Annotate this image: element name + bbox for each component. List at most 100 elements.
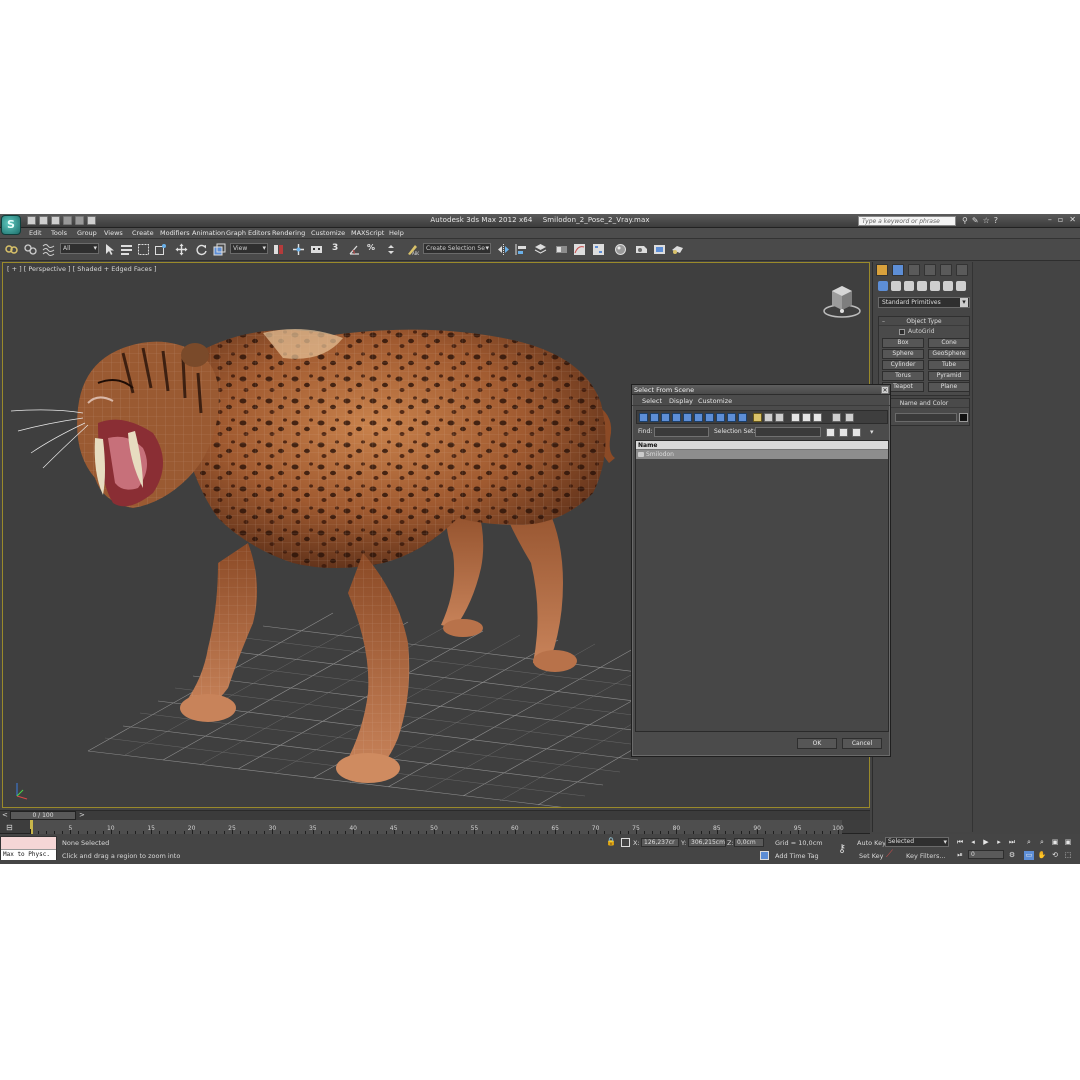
time-configuration-icon[interactable]: ⚙ [1007, 851, 1017, 860]
helpers-icon[interactable] [930, 281, 940, 291]
render-production-icon[interactable] [671, 243, 684, 256]
curve-editor-icon[interactable] [573, 243, 586, 256]
time-slider[interactable]: < 0 / 100 > [0, 810, 870, 820]
menu-create[interactable]: Create [132, 229, 154, 237]
viewcube-icon[interactable] [821, 281, 863, 319]
window-crossing-icon[interactable] [154, 243, 167, 256]
spinner-snap-icon[interactable] [385, 243, 398, 256]
object-name-field[interactable] [895, 413, 957, 422]
menu-rendering[interactable]: Rendering [272, 229, 305, 237]
list-item[interactable]: Smilodon [636, 450, 888, 459]
object-color-swatch[interactable] [959, 413, 968, 422]
select-and-move-icon[interactable] [175, 243, 188, 256]
time-slider-thumb[interactable]: 0 / 100 [10, 811, 76, 820]
display-all-icon[interactable] [753, 413, 762, 422]
maximize-icon[interactable]: ▫ [1058, 215, 1063, 224]
display-tab-icon[interactable] [940, 264, 952, 276]
select-and-link-icon[interactable] [5, 243, 18, 256]
menu-group[interactable]: Group [77, 229, 97, 237]
hierarchy-tab-icon[interactable] [908, 264, 920, 276]
reference-coordinate-dropdown[interactable]: View [230, 243, 268, 254]
select-and-manipulate-icon[interactable] [292, 243, 305, 256]
select-all-icon[interactable] [791, 413, 800, 422]
create-tab-icon[interactable] [876, 264, 888, 276]
display-bones-icon[interactable] [727, 413, 736, 422]
key-icon[interactable]: ⟋ [886, 849, 893, 860]
key-filters-button[interactable]: Key Filters... [906, 852, 946, 860]
previous-key-icon[interactable]: ◂ [968, 838, 978, 847]
cylinder-button[interactable]: Cylinder [882, 360, 924, 370]
keyboard-shortcut-override-icon[interactable] [310, 243, 323, 256]
app-logo-icon[interactable]: S [1, 215, 21, 235]
select-and-rotate-icon[interactable] [195, 243, 208, 256]
pan-view-icon[interactable]: ✋ [1037, 851, 1047, 860]
ok-button[interactable]: OK [797, 738, 837, 749]
snaps-toggle-icon[interactable]: 3 [332, 243, 338, 253]
torus-button[interactable]: Torus [882, 371, 924, 381]
systems-icon[interactable] [956, 281, 966, 291]
menu-maxscript[interactable]: MAXScript [351, 229, 384, 237]
go-to-end-icon[interactable]: ⏭ [1007, 838, 1017, 847]
dialog-menu-select[interactable]: Select [642, 397, 662, 405]
box-button[interactable]: Box [882, 338, 924, 348]
sphere-button[interactable]: Sphere [882, 349, 924, 359]
track-ruler[interactable]: 5 10 15 20 25 30 35 40 45 50 55 60 65 70 75 80 85 90 95 100 [30, 820, 844, 834]
display-containers-icon[interactable] [738, 413, 747, 422]
name-and-color-title[interactable]: –Name and Color [879, 399, 969, 408]
select-by-name-icon[interactable] [120, 243, 133, 256]
space-warps-icon[interactable] [943, 281, 953, 291]
display-geometry-icon[interactable] [639, 413, 648, 422]
sort-icon[interactable] [845, 413, 854, 422]
named-selection-sets-dropdown[interactable]: Create Selection Se [423, 243, 491, 254]
edit-set-icon[interactable] [852, 428, 861, 437]
orbit-icon[interactable]: ⟲ [1050, 851, 1060, 860]
shapes-icon[interactable] [891, 281, 901, 291]
maxscript-listener[interactable]: Max to Physc. [0, 836, 57, 860]
minimize-icon[interactable]: – [1048, 215, 1052, 224]
schematic-view-icon[interactable] [592, 243, 605, 256]
plane-button[interactable]: Plane [928, 382, 970, 392]
menu-graph-editors[interactable]: Graph Editors [226, 229, 271, 237]
x-coordinate-field[interactable]: 126,237cr [641, 838, 679, 847]
autogrid-checkbox[interactable]: AutoGrid [899, 328, 969, 335]
delete-set-icon[interactable] [839, 428, 848, 437]
binoculars-icon[interactable]: ⚲ [962, 216, 968, 226]
graphite-modeling-icon[interactable] [555, 243, 568, 256]
zoom-extents-icon[interactable]: ▣ [1050, 838, 1060, 847]
key-mode-toggle-icon[interactable]: ⏯ [955, 851, 965, 860]
modify-tab-icon[interactable] [892, 264, 904, 276]
selection-filter-dropdown[interactable]: All [60, 243, 99, 254]
next-key-icon[interactable]: ▸ [994, 838, 1004, 847]
find-input[interactable] [654, 427, 709, 437]
close-icon[interactable]: ✕ [1069, 215, 1076, 224]
track-bar[interactable]: ⊟ 5 10 15 20 25 30 35 40 45 50 55 60 65 70 75 80 85 90 95 1… [0, 820, 870, 834]
name-column-header[interactable]: Name [636, 441, 888, 450]
previous-frame-icon[interactable]: < [2, 811, 8, 819]
filter-icon[interactable] [832, 413, 841, 422]
menu-customize[interactable]: Customize [311, 229, 345, 237]
next-frame-icon[interactable]: > [79, 811, 85, 819]
display-lights-icon[interactable] [661, 413, 670, 422]
utilities-tab-icon[interactable] [956, 264, 968, 276]
edit-named-selection-icon[interactable]: ABC [406, 243, 419, 256]
create-set-icon[interactable] [826, 428, 835, 437]
zoom-extents-all-icon[interactable]: ▣ [1063, 838, 1073, 847]
dialog-close-icon[interactable]: ✕ [881, 386, 889, 394]
zoom-icon[interactable]: ⌕ [1024, 838, 1034, 847]
select-object-icon[interactable] [103, 243, 116, 256]
tube-button[interactable]: Tube [928, 360, 970, 370]
display-none-icon[interactable] [764, 413, 773, 422]
rectangular-selection-icon[interactable] [137, 243, 150, 256]
angle-snap-icon[interactable] [348, 243, 361, 256]
display-space-warps-icon[interactable] [694, 413, 703, 422]
selection-set-dropdown[interactable] [755, 427, 821, 437]
motion-tab-icon[interactable] [924, 264, 936, 276]
cancel-button[interactable]: Cancel [842, 738, 882, 749]
cameras-icon[interactable] [917, 281, 927, 291]
unlink-icon[interactable] [24, 243, 37, 256]
geosphere-button[interactable]: GeoSphere [928, 349, 970, 359]
go-to-start-icon[interactable]: ⏮ [955, 838, 965, 847]
pyramid-button[interactable]: Pyramid [928, 371, 970, 381]
select-none-icon[interactable] [802, 413, 811, 422]
rendered-frame-window-icon[interactable] [653, 243, 666, 256]
